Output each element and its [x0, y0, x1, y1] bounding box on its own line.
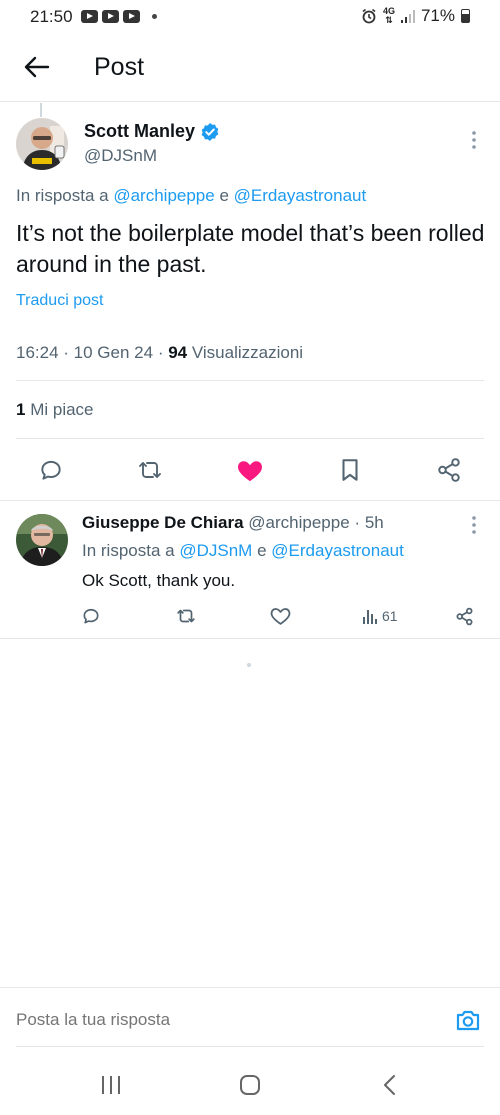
reply-composer — [0, 987, 500, 1047]
reply-share-button[interactable] — [455, 601, 474, 631]
recent-apps-icon — [102, 1076, 120, 1094]
reply-repost-button[interactable] — [175, 601, 197, 631]
share-button[interactable] — [429, 450, 469, 490]
loading-indicator — [247, 663, 251, 667]
post-meta: 16:24 · 10 Gen 24 · 94 Visualizzazioni — [16, 343, 304, 362]
reply-button[interactable] — [31, 450, 71, 490]
reply-author-name: Giuseppe De Chiara — [82, 513, 244, 532]
page-title: Post — [94, 53, 145, 81]
avatar-image — [16, 118, 68, 170]
post-date: 10 Gen 24 — [73, 343, 154, 362]
reply-author-handle: @archipeppe — [248, 513, 350, 532]
data-arrows-icon: ⇅ — [385, 15, 393, 25]
camera-button[interactable] — [453, 1005, 483, 1035]
comment-icon — [41, 460, 61, 480]
network-type: 4G ⇅ — [382, 6, 395, 25]
youtube-notification-icon — [102, 10, 119, 23]
system-back-button[interactable] — [373, 1068, 407, 1102]
header-divider — [0, 101, 500, 102]
repost-button[interactable] — [130, 450, 170, 490]
app-bar: Post — [0, 36, 500, 100]
reply-divider — [0, 638, 500, 639]
author-handle[interactable]: @DJSnM — [84, 146, 157, 166]
likes-count: 1 — [16, 400, 26, 419]
actions-divider — [0, 500, 500, 501]
share-icon — [456, 607, 473, 625]
translate-post-link[interactable]: Traduci post — [16, 292, 103, 310]
author-name-line[interactable]: Scott Manley — [84, 121, 220, 142]
like-button[interactable] — [230, 450, 270, 490]
mention-archipeppe[interactable]: @archipeppe — [113, 186, 214, 205]
repost-icon — [177, 609, 195, 623]
views-bar-icon — [363, 610, 377, 624]
reply-views-button[interactable]: 61 — [362, 601, 398, 631]
mention-erdayastronaut[interactable]: @Erdayastronaut — [234, 186, 367, 205]
reply-input[interactable] — [16, 1010, 416, 1030]
post-text: It’s not the boilerplate model that’s be… — [16, 220, 485, 277]
reply-author-line[interactable]: Giuseppe De Chiara @archipeppe · 5h — [82, 513, 384, 533]
more-vertical-icon — [472, 131, 476, 149]
reply-replying-to: In risposta a @DJSnM e @Erdayastronaut — [82, 541, 404, 560]
battery-percent: 71% — [420, 6, 455, 25]
reply-comment-button[interactable] — [81, 601, 101, 631]
repost-icon — [139, 462, 161, 478]
thread-connector-line — [40, 103, 42, 117]
comment-icon — [83, 608, 99, 624]
recent-apps-button[interactable] — [94, 1068, 128, 1102]
youtube-notification-icon — [81, 10, 98, 23]
avatar-giuseppe-de-chiara[interactable] — [16, 514, 68, 566]
heart-icon — [238, 461, 262, 482]
status-bar: 21:50 4G ⇅ 71% — [0, 0, 500, 36]
likes-divider — [16, 438, 484, 439]
camera-icon — [456, 1010, 480, 1031]
post-time: 16:24 — [16, 343, 59, 362]
arrow-left-icon — [24, 56, 50, 78]
post-more-button[interactable] — [464, 126, 484, 154]
verified-badge-icon — [201, 122, 219, 141]
status-right: 4G ⇅ 71% — [361, 6, 470, 26]
reply-views-count: 61 — [382, 608, 398, 624]
more-notifications-dot-icon — [152, 14, 157, 19]
signal-icon — [400, 9, 415, 23]
views-label: Visualizzazioni — [191, 343, 304, 362]
meta-divider — [16, 380, 484, 381]
chevron-left-icon — [384, 1075, 395, 1095]
status-time: 21:50 — [30, 7, 73, 26]
battery-icon — [461, 9, 470, 23]
likes-summary[interactable]: 1 Mi piace — [16, 400, 94, 420]
alarm-icon — [362, 8, 376, 24]
home-button[interactable] — [233, 1068, 267, 1102]
likes-label: Mi piace — [30, 400, 94, 419]
reply-age: 5h — [364, 513, 384, 532]
more-vertical-icon — [472, 516, 476, 534]
heart-icon — [270, 608, 291, 625]
home-icon — [240, 1075, 260, 1095]
share-icon — [438, 458, 460, 482]
bookmark-icon — [342, 459, 358, 481]
mention-erdayastronaut[interactable]: @Erdayastronaut — [271, 541, 404, 560]
bookmark-button[interactable] — [330, 450, 370, 490]
reply-like-button[interactable] — [270, 601, 291, 631]
author-name: Scott Manley — [84, 121, 196, 141]
system-nav-bar — [0, 1050, 500, 1115]
reply-text: Ok Scott, thank you. — [82, 571, 236, 590]
mention-djsnm[interactable]: @DJSnM — [179, 541, 252, 560]
views-count: 94 — [168, 343, 188, 362]
back-button[interactable] — [20, 50, 54, 84]
reply-more-button[interactable] — [464, 511, 484, 539]
avatar-image — [16, 514, 68, 566]
composer-underline — [16, 1046, 484, 1047]
replying-to: In risposta a @archipeppe e @Erdayastron… — [16, 186, 367, 205]
avatar-scott-manley[interactable] — [16, 118, 68, 170]
status-notification-icons — [81, 10, 140, 23]
youtube-notification-icon — [123, 10, 140, 23]
